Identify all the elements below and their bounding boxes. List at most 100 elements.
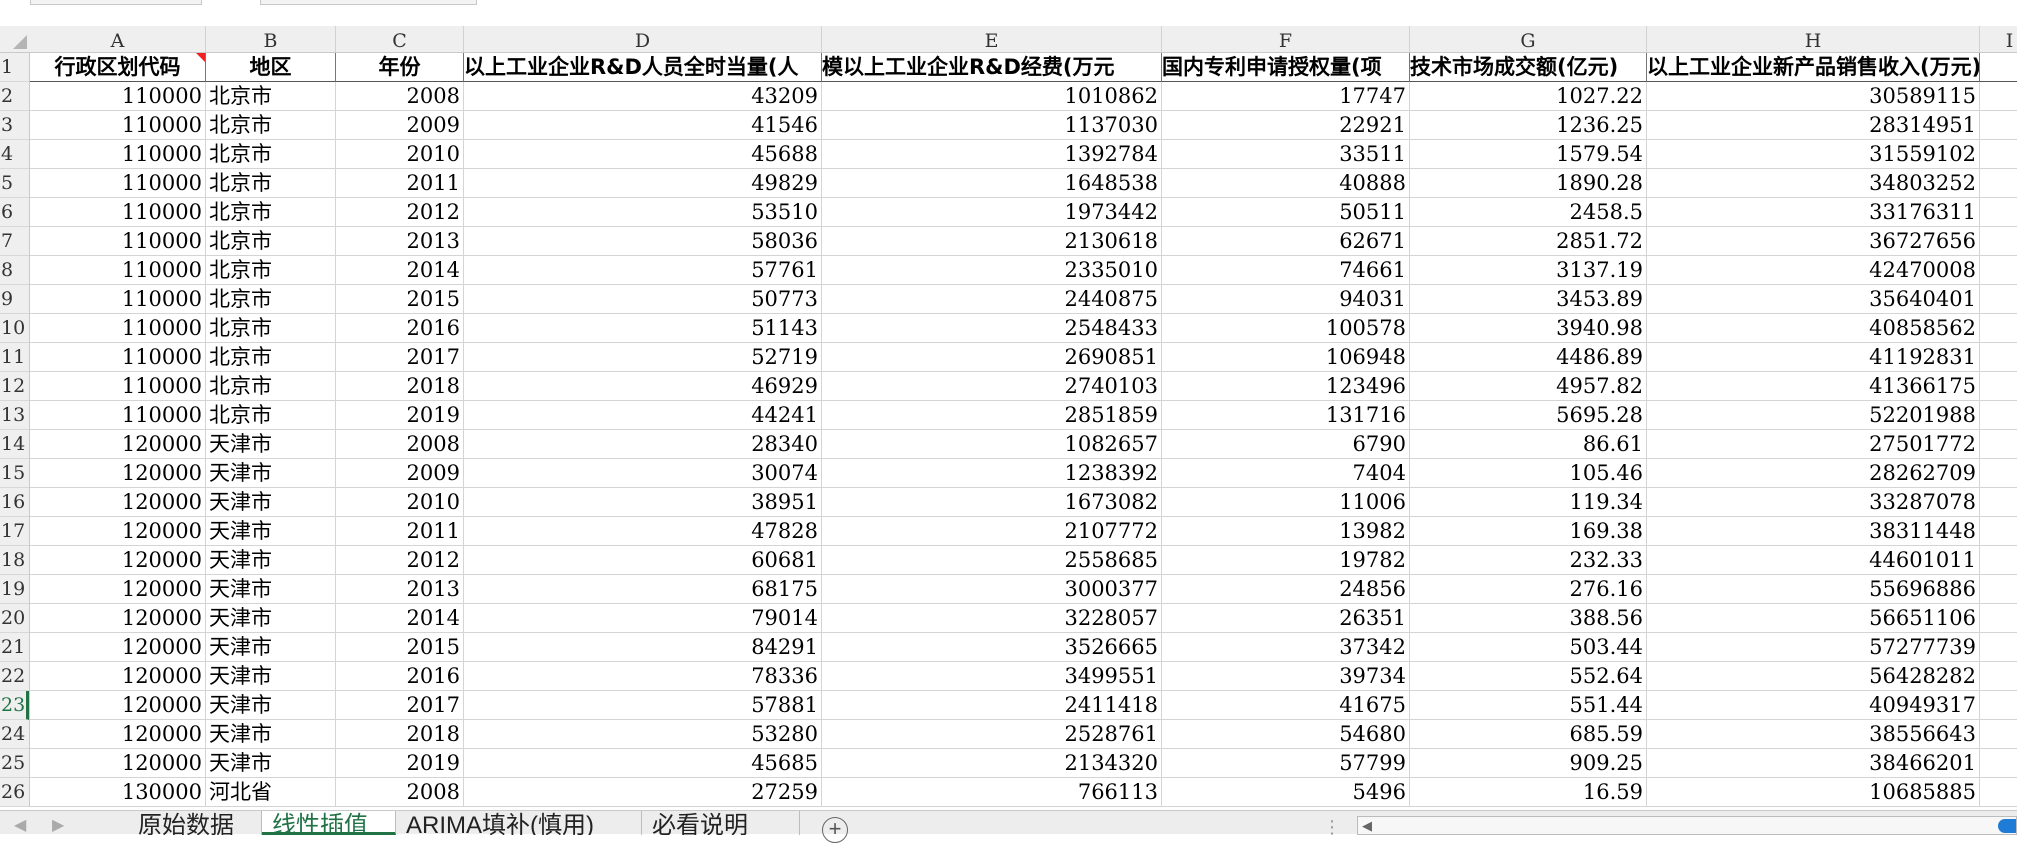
cell[interactable] [1980, 111, 2017, 140]
cell[interactable] [1980, 227, 2017, 256]
cell[interactable]: 天津市 [206, 662, 336, 691]
cell[interactable]: 110000 [30, 401, 206, 430]
cell[interactable] [1980, 517, 2017, 546]
cell[interactable]: 276.16 [1410, 575, 1647, 604]
row-header[interactable]: 14 [0, 430, 29, 459]
cell[interactable]: 41366175 [1647, 372, 1980, 401]
cell[interactable]: 94031 [1162, 285, 1410, 314]
cell[interactable]: 50773 [464, 285, 822, 314]
cell[interactable]: 1137030 [822, 111, 1162, 140]
row-header[interactable]: 6 [0, 198, 29, 227]
row-header[interactable]: 25 [0, 749, 29, 778]
cell[interactable]: 43209 [464, 82, 822, 111]
cell[interactable]: 106948 [1162, 343, 1410, 372]
row-header[interactable]: 22 [0, 662, 29, 691]
cell[interactable]: 2010 [336, 140, 464, 169]
cell[interactable]: 1010862 [822, 82, 1162, 111]
cell[interactable]: 120000 [30, 575, 206, 604]
cell[interactable]: 110000 [30, 169, 206, 198]
cell[interactable]: 57761 [464, 256, 822, 285]
cell[interactable]: 120000 [30, 459, 206, 488]
cell[interactable]: 41192831 [1647, 343, 1980, 372]
cell[interactable]: 1082657 [822, 430, 1162, 459]
cell[interactable]: 39734 [1162, 662, 1410, 691]
column-header-c[interactable]: C [336, 26, 464, 52]
cell[interactable]: 2017 [336, 343, 464, 372]
cell[interactable]: 2018 [336, 720, 464, 749]
cell[interactable]: 33511 [1162, 140, 1410, 169]
row-header[interactable]: 8 [0, 256, 29, 285]
cell[interactable] [1980, 314, 2017, 343]
cell[interactable]: 28314951 [1647, 111, 1980, 140]
cell[interactable]: 58036 [464, 227, 822, 256]
cell[interactable]: 55696886 [1647, 575, 1980, 604]
cell[interactable] [1980, 778, 2017, 807]
cell[interactable]: 2335010 [822, 256, 1162, 285]
cell[interactable]: 2012 [336, 546, 464, 575]
cell[interactable]: 北京市 [206, 372, 336, 401]
cell[interactable]: 2015 [336, 285, 464, 314]
row-header[interactable]: 11 [0, 343, 29, 372]
cell[interactable] [1980, 169, 2017, 198]
cell[interactable]: 120000 [30, 430, 206, 459]
header-cell[interactable]: 行政区划代码 [30, 53, 206, 82]
cell[interactable]: 40858562 [1647, 314, 1980, 343]
horizontal-scrollbar[interactable]: ◀ [1357, 816, 2017, 835]
cell[interactable]: 41546 [464, 111, 822, 140]
cell[interactable]: 120000 [30, 633, 206, 662]
row-header[interactable]: 12 [0, 372, 29, 401]
cell[interactable]: 北京市 [206, 169, 336, 198]
row-header[interactable]: 26 [0, 778, 29, 807]
cell[interactable]: 4957.82 [1410, 372, 1647, 401]
cell[interactable]: 37342 [1162, 633, 1410, 662]
comment-indicator-icon[interactable] [196, 53, 205, 62]
sheet-tab[interactable]: 线性插值 [262, 811, 396, 835]
cell[interactable]: 2014 [336, 256, 464, 285]
cell[interactable]: 3499551 [822, 662, 1162, 691]
cell[interactable]: 110000 [30, 227, 206, 256]
cell[interactable]: 120000 [30, 488, 206, 517]
cell[interactable]: 68175 [464, 575, 822, 604]
cell[interactable]: 685.59 [1410, 720, 1647, 749]
cell[interactable] [1980, 285, 2017, 314]
cell[interactable]: 38311448 [1647, 517, 1980, 546]
cell[interactable]: 24856 [1162, 575, 1410, 604]
cell[interactable]: 40949317 [1647, 691, 1980, 720]
cell[interactable] [1980, 604, 2017, 633]
cell[interactable]: 天津市 [206, 575, 336, 604]
cell[interactable]: 2017 [336, 691, 464, 720]
cell[interactable] [1980, 749, 2017, 778]
row-header[interactable]: 13 [0, 401, 29, 430]
cell[interactable]: 北京市 [206, 343, 336, 372]
cell[interactable]: 120000 [30, 546, 206, 575]
cell[interactable]: 56651106 [1647, 604, 1980, 633]
row-header[interactable]: 10 [0, 314, 29, 343]
cell[interactable]: 2016 [336, 662, 464, 691]
cell[interactable]: 36727656 [1647, 227, 1980, 256]
scrollbar-thumb[interactable] [1998, 819, 2016, 833]
cell[interactable]: 45688 [464, 140, 822, 169]
cell[interactable]: 1890.28 [1410, 169, 1647, 198]
cell[interactable]: 47828 [464, 517, 822, 546]
cell[interactable]: 120000 [30, 662, 206, 691]
cell[interactable]: 123496 [1162, 372, 1410, 401]
sheet-tab[interactable]: 必看说明 [642, 811, 800, 835]
add-sheet-icon[interactable]: + [822, 817, 848, 843]
cell[interactable]: 天津市 [206, 430, 336, 459]
row-header[interactable]: 2 [0, 82, 29, 111]
row-header[interactable]: 23 [0, 691, 29, 720]
cell[interactable]: 天津市 [206, 749, 336, 778]
cell[interactable] [1980, 82, 2017, 111]
cell[interactable]: 51143 [464, 314, 822, 343]
header-cell[interactable]: 技术市场成交额(亿元) [1410, 53, 1647, 82]
cell[interactable]: 30074 [464, 459, 822, 488]
cell[interactable]: 120000 [30, 749, 206, 778]
cell[interactable] [1980, 401, 2017, 430]
cell[interactable]: 110000 [30, 343, 206, 372]
cell[interactable]: 42470008 [1647, 256, 1980, 285]
row-header[interactable]: 19 [0, 575, 29, 604]
cell[interactable]: 44241 [464, 401, 822, 430]
cell[interactable]: 河北省 [206, 778, 336, 807]
cell[interactable]: 552.64 [1410, 662, 1647, 691]
cell[interactable]: 2012 [336, 198, 464, 227]
